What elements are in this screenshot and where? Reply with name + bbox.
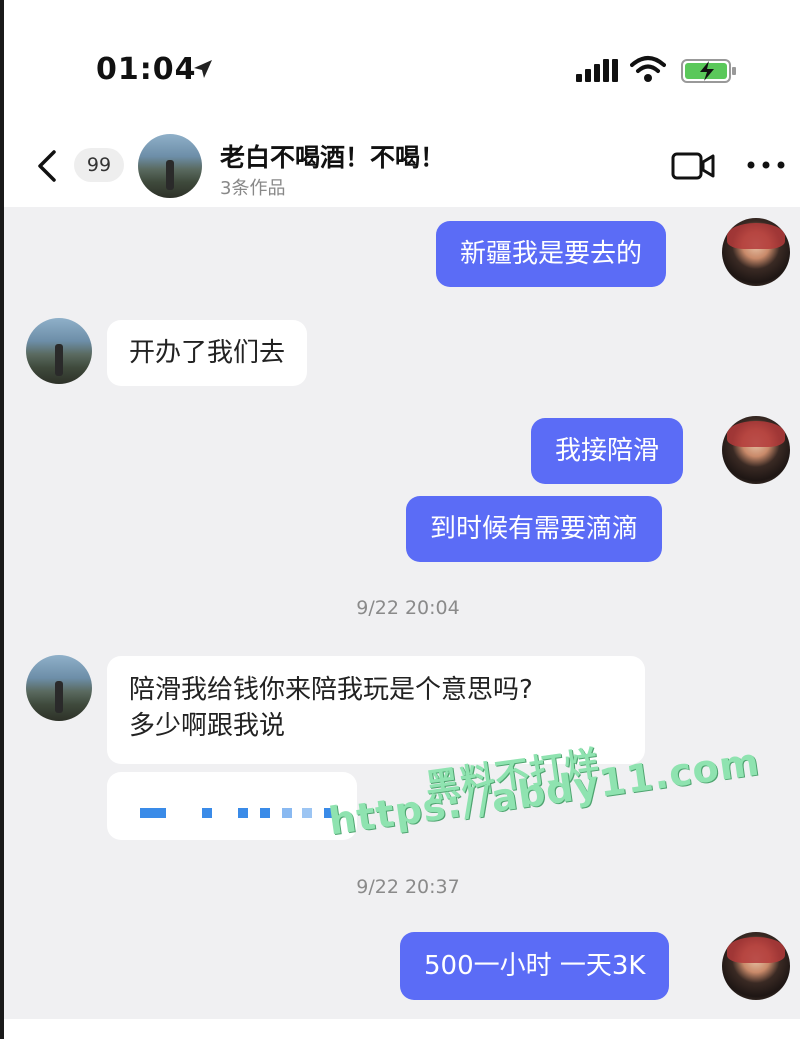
location-arrow-icon <box>194 60 212 78</box>
redacted-card[interactable] <box>107 772 357 840</box>
unread-count-badge[interactable]: 99 <box>74 148 124 182</box>
redacted-mark <box>140 808 166 818</box>
message-text-line: 多少啊跟我说 <box>129 711 286 741</box>
contact-avatar[interactable] <box>26 318 92 384</box>
redacted-mark <box>302 808 312 818</box>
signal-icon <box>576 59 618 82</box>
message-text-line: 陪滑我给钱你来陪我玩是个意思吗? <box>129 675 533 705</box>
status-time: 01:04 <box>96 52 197 87</box>
outgoing-message[interactable]: 我接陪滑 <box>531 418 684 484</box>
wifi-icon <box>630 56 666 82</box>
redacted-mark <box>202 808 212 818</box>
redacted-mark <box>260 808 270 818</box>
contact-subtitle[interactable]: 3条作品 <box>220 174 285 200</box>
bottom-bar <box>4 1019 800 1039</box>
message-text: 新疆我是要去的 <box>460 239 643 269</box>
phone-screen: 01:04 99 老白不喝酒！不喝！ 3条作品 新疆我是要去的 开办了我们去 我… <box>4 0 800 1039</box>
incoming-message[interactable]: 开办了我们去 <box>107 320 308 386</box>
redacted-mark <box>282 808 292 818</box>
message-text: 我接陪滑 <box>555 436 660 466</box>
redacted-mark <box>238 808 248 818</box>
my-avatar[interactable] <box>722 416 790 484</box>
message-timestamp: 9/22 20:04 <box>356 597 460 619</box>
my-avatar[interactable] <box>722 218 790 286</box>
contact-avatar[interactable] <box>138 134 202 198</box>
message-text: 到时候有需要滴滴 <box>430 514 639 544</box>
battery-charging-icon <box>681 59 736 83</box>
chevron-left-icon[interactable] <box>34 148 62 184</box>
outgoing-message[interactable]: 到时候有需要滴滴 <box>406 496 663 562</box>
outgoing-message[interactable]: 500一小时 一天3K <box>400 932 670 1000</box>
message-text: 500一小时 一天3K <box>424 951 646 981</box>
my-avatar[interactable] <box>722 932 790 1000</box>
contact-avatar[interactable] <box>26 655 92 721</box>
message-timestamp: 9/22 20:37 <box>356 876 460 898</box>
video-call-icon[interactable] <box>671 150 715 182</box>
screen-edge <box>0 0 4 1039</box>
contact-name[interactable]: 老白不喝酒！不喝！ <box>220 138 445 174</box>
more-icon[interactable] <box>746 160 786 170</box>
outgoing-message[interactable]: 新疆我是要去的 <box>436 221 667 287</box>
message-text: 开办了我们去 <box>129 338 286 368</box>
